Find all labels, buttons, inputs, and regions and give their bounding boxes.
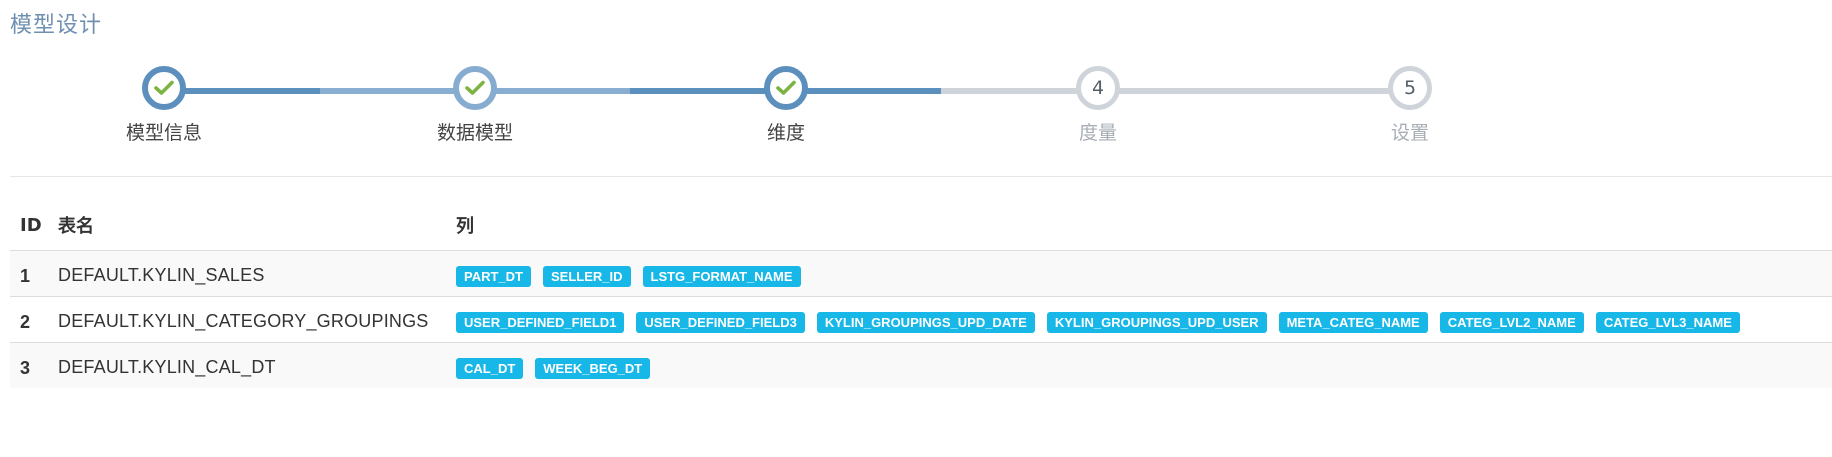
check-icon <box>465 80 485 95</box>
column-tag-list: USER_DEFINED_FIELD1 USER_DEFINED_FIELD3 … <box>456 297 1826 342</box>
column-tag: WEEK_BEG_DT <box>535 358 651 379</box>
row-id: 1 <box>20 266 31 286</box>
column-tag: KYLIN_GROUPINGS_UPD_DATE <box>816 312 1035 333</box>
row-id-cell: 1 <box>10 250 58 297</box>
wizard-step-data-model[interactable]: 数据模型 <box>375 66 575 145</box>
column-tag: USER_DEFINED_FIELD3 <box>636 312 805 333</box>
row-id: 2 <box>20 312 31 332</box>
step-circle <box>453 66 497 110</box>
column-tag: CAL_DT <box>456 358 524 379</box>
wizard-step-dimensions[interactable]: 维度 <box>686 66 886 145</box>
check-icon <box>154 80 174 95</box>
section-divider <box>10 176 1832 177</box>
table-row: 1 DEFAULT.KYLIN_SALES PART_DT SELLER_ID … <box>10 250 1832 297</box>
check-icon <box>776 80 796 95</box>
column-tag: KYLIN_GROUPINGS_UPD_USER <box>1046 312 1267 333</box>
step-circle: 5 <box>1388 66 1432 110</box>
wizard-step-model-info[interactable]: 模型信息 <box>64 66 264 145</box>
row-id-cell: 2 <box>10 296 58 343</box>
wizard-step-measures[interactable]: 4 度量 <box>998 66 1198 145</box>
column-tag-list: PART_DT SELLER_ID LSTG_FORMAT_NAME <box>456 251 1826 296</box>
row-table-cell: DEFAULT.KYLIN_SALES <box>58 250 456 297</box>
step-circle <box>142 66 186 110</box>
step-label: 维度 <box>766 122 805 144</box>
column-tag: CATEG_LVL3_NAME <box>1595 312 1740 333</box>
step-circle <box>764 66 808 110</box>
step-label: 模型信息 <box>125 122 202 144</box>
row-table-name: DEFAULT.KYLIN_SALES <box>58 265 265 285</box>
row-columns-cell: PART_DT SELLER_ID LSTG_FORMAT_NAME <box>456 250 1832 297</box>
column-tag-list: CAL_DT WEEK_BEG_DT <box>456 343 1826 388</box>
row-table-name: DEFAULT.KYLIN_CATEGORY_GROUPINGS <box>58 311 429 331</box>
step-number: 5 <box>1403 77 1417 99</box>
header-id: ID <box>20 214 42 236</box>
column-tag: META_CATEG_NAME <box>1278 312 1428 333</box>
row-id-cell: 3 <box>10 342 58 388</box>
row-table-cell: DEFAULT.KYLIN_CATEGORY_GROUPINGS <box>58 296 456 343</box>
row-columns-cell: CAL_DT WEEK_BEG_DT <box>456 342 1832 388</box>
step-label: 设置 <box>1390 122 1429 144</box>
column-tag: LSTG_FORMAT_NAME <box>642 266 801 287</box>
row-table-name: DEFAULT.KYLIN_CAL_DT <box>58 357 276 377</box>
header-table-name: 表名 <box>58 216 94 237</box>
header-columns: 列 <box>456 216 474 237</box>
table-row: 3 DEFAULT.KYLIN_CAL_DT CAL_DT WEEK_BEG_D… <box>10 342 1832 388</box>
table-header-row: ID 表名 列 <box>10 200 1832 251</box>
step-circle: 4 <box>1076 66 1120 110</box>
wizard-step-settings[interactable]: 5 设置 <box>1310 66 1510 145</box>
column-tag: SELLER_ID <box>542 266 631 287</box>
dimensions-table: ID 表名 列 1 DEFAULT.KYLIN_SALES PART_DT SE… <box>10 200 1832 388</box>
row-id: 3 <box>20 358 31 378</box>
column-tag: CATEG_LVL2_NAME <box>1439 312 1584 333</box>
step-number: 4 <box>1091 77 1105 99</box>
wizard-steps: 模型信息 数据模型 维度 4 度量 5 设置 <box>0 0 1832 180</box>
column-tag: PART_DT <box>456 266 531 287</box>
row-columns-cell: USER_DEFINED_FIELD1 USER_DEFINED_FIELD3 … <box>456 296 1832 343</box>
step-label: 度量 <box>1078 122 1117 144</box>
column-tag: USER_DEFINED_FIELD1 <box>456 312 625 333</box>
row-table-cell: DEFAULT.KYLIN_CAL_DT <box>58 342 456 388</box>
step-label: 数据模型 <box>436 122 513 144</box>
table-row: 2 DEFAULT.KYLIN_CATEGORY_GROUPINGS USER_… <box>10 296 1832 343</box>
